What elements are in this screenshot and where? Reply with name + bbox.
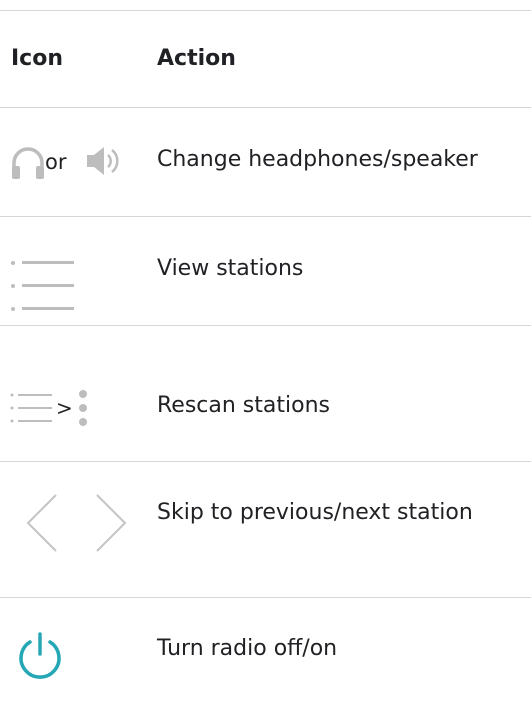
action-text: Skip to previous/next station — [157, 500, 473, 525]
table-divider — [0, 461, 531, 462]
or-connector: or — [45, 150, 67, 174]
list-icon — [10, 392, 54, 424]
table-divider — [0, 10, 531, 11]
table-divider — [0, 107, 531, 108]
action-text: View stations — [157, 256, 304, 281]
power-icon — [14, 630, 66, 682]
table-divider — [0, 597, 531, 598]
chevron-right-icon — [93, 493, 129, 553]
chevron-left-icon — [24, 493, 60, 553]
header-icon: Icon — [11, 46, 64, 71]
table-divider — [0, 216, 531, 217]
headphones-icon — [10, 145, 46, 181]
action-text: Change headphones/speaker — [157, 147, 478, 172]
then-connector: > — [56, 396, 73, 420]
action-text: Turn radio off/on — [157, 636, 338, 661]
table-divider — [0, 325, 531, 326]
speaker-icon — [85, 143, 121, 179]
more-vert-icon — [76, 388, 90, 428]
action-text: Rescan stations — [157, 393, 330, 418]
header-action: Action — [157, 46, 236, 71]
list-icon — [10, 257, 76, 317]
